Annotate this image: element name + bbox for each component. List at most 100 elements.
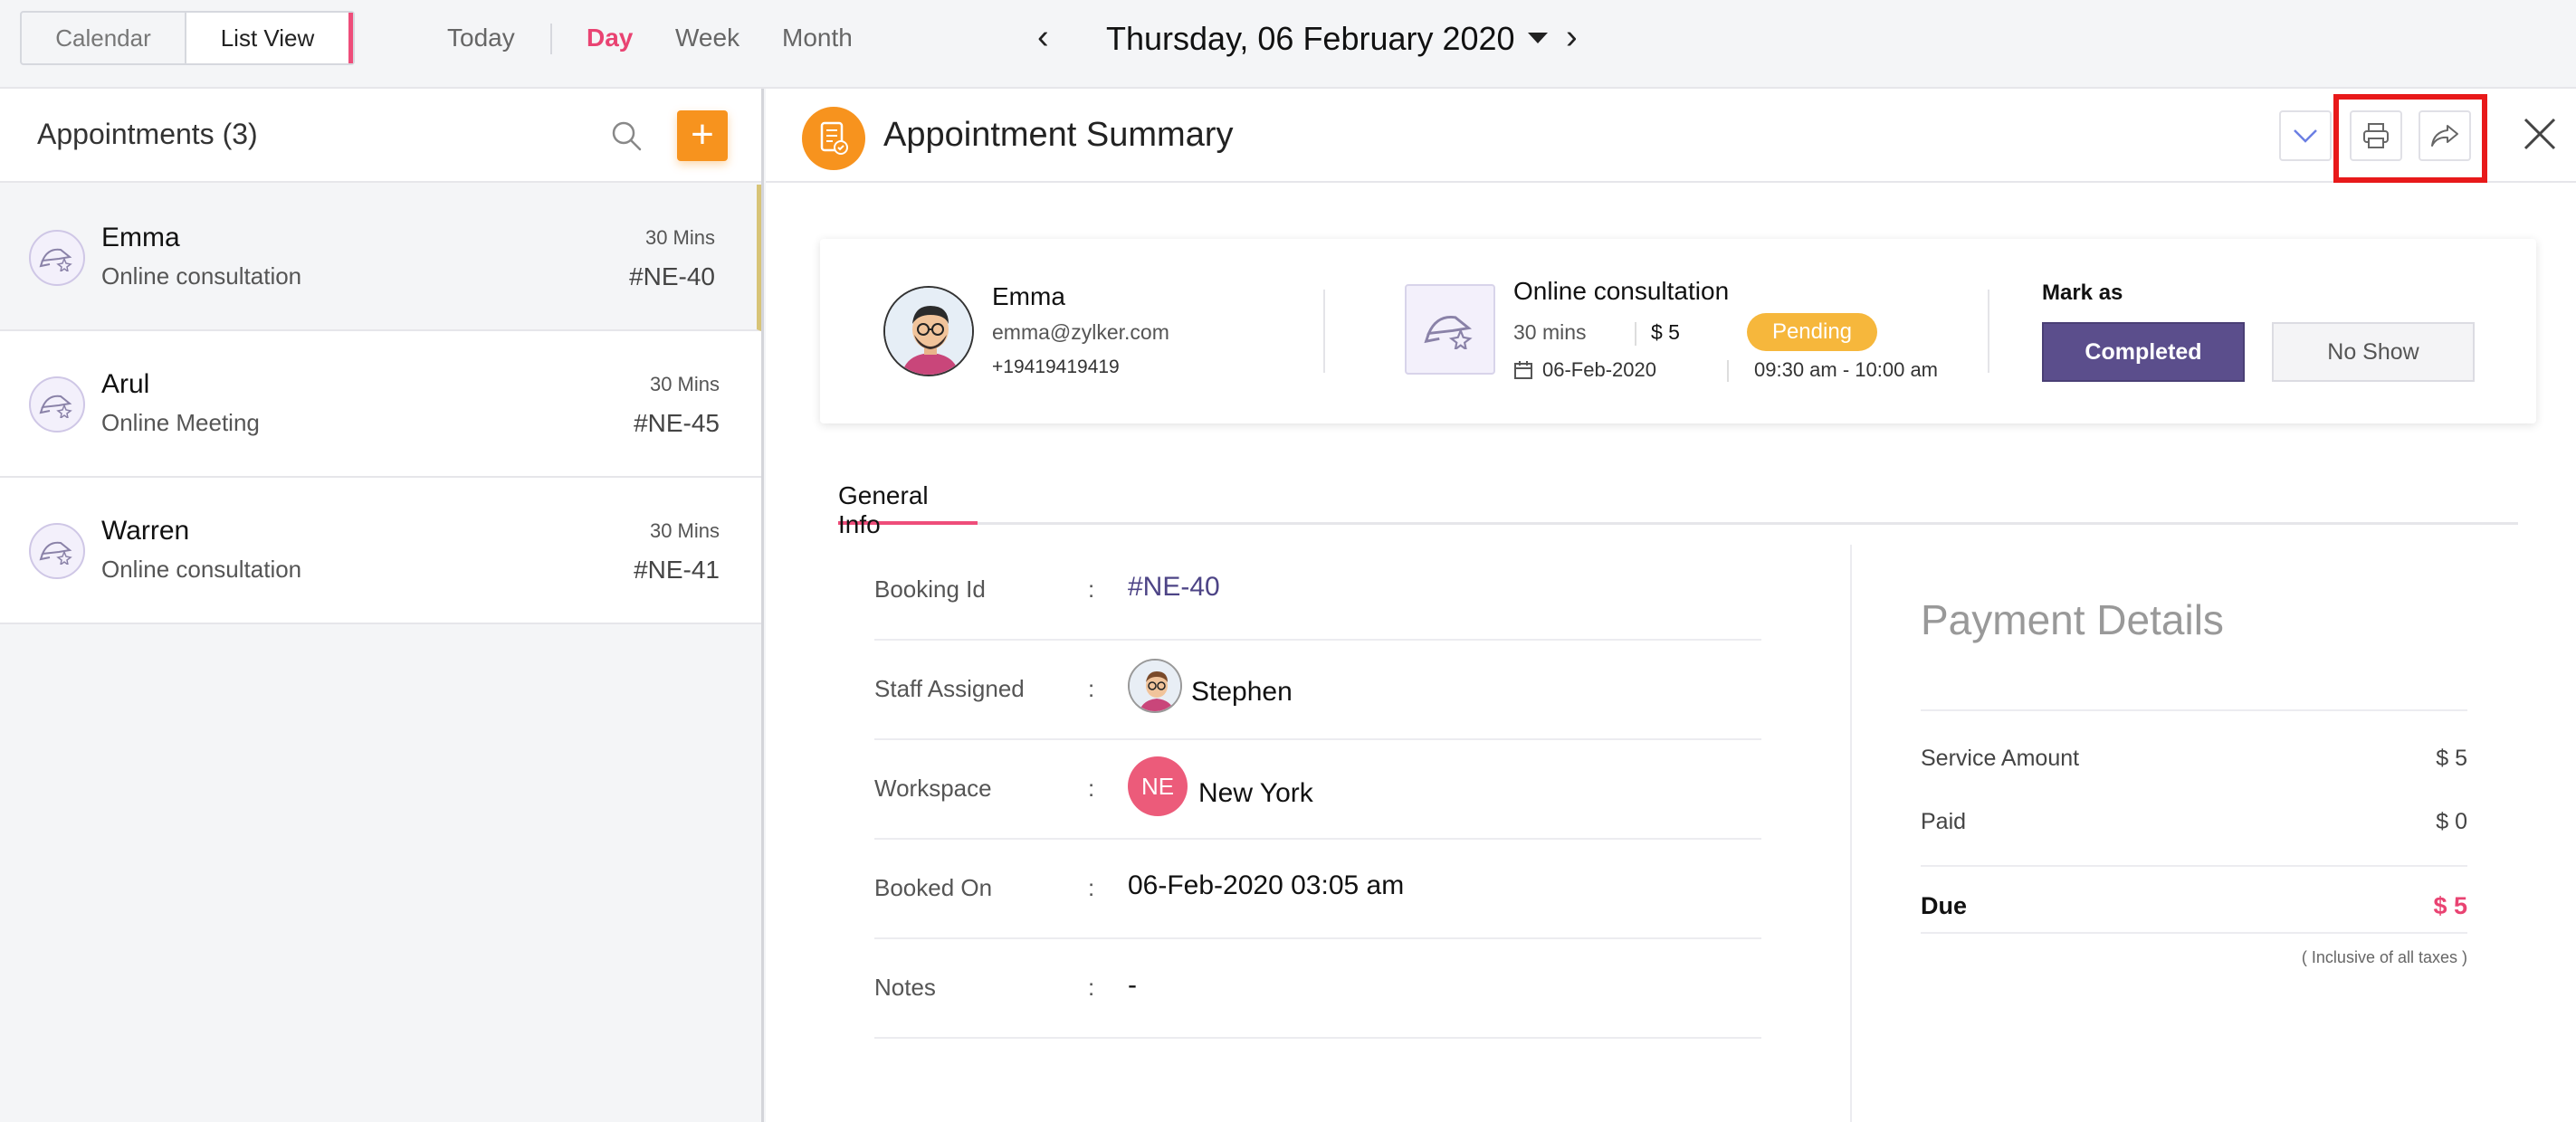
due-label: Due <box>1921 892 1968 919</box>
next-date-button[interactable]: › <box>1566 18 1578 57</box>
info-colon: : <box>1088 874 1095 901</box>
summary-header: Appointment Summary <box>766 89 2576 183</box>
service-divider <box>1635 322 1636 346</box>
staff-name: Stephen <box>1191 677 1293 707</box>
customer-avatar <box>883 286 974 376</box>
close-icon[interactable] <box>2520 114 2560 154</box>
prev-date-button[interactable]: ‹ <box>1037 18 1049 57</box>
calendar-icon <box>1514 361 1532 379</box>
customer-phone: +19419419419 <box>992 357 1120 377</box>
appointment-service: Online consultation <box>101 262 302 290</box>
service-icon <box>29 230 85 286</box>
mark-as-label: Mark as <box>2042 280 2123 305</box>
service-name: Online consultation <box>1513 277 1730 305</box>
card-divider <box>1988 290 1989 373</box>
appointment-duration: 30 Mins <box>644 226 715 249</box>
service-date-text: 06-Feb-2020 <box>1542 358 1656 381</box>
due-value: $ 5 <box>2433 892 2467 919</box>
service-divider <box>1727 360 1729 382</box>
section-divider <box>1850 545 1852 1122</box>
day-tab[interactable]: Day <box>587 24 633 52</box>
appointments-panel: Appointments (3) + Emma Online consultat… <box>0 89 764 1122</box>
info-label: Notes <box>874 974 936 1001</box>
summary-card: Emma emma@zylker.com +19419419419 Online… <box>820 239 2536 423</box>
service-amount-label: Service Amount <box>1921 746 2080 771</box>
paid-label: Paid <box>1921 809 1967 834</box>
staff-value: Stephen <box>1128 659 1293 713</box>
payment-divider <box>1921 932 2467 934</box>
add-appointment-button[interactable]: + <box>677 110 728 161</box>
service-icon <box>1405 284 1495 375</box>
customer-email: emma@zylker.com <box>992 320 1169 344</box>
appointment-name: Emma <box>101 223 180 252</box>
service-time: 09:30 am - 10:00 am <box>1754 358 1939 381</box>
completed-button[interactable]: Completed <box>2042 322 2245 382</box>
workspace-badge: NE <box>1128 756 1188 816</box>
booking-id-link[interactable]: #NE-40 <box>1128 572 1220 603</box>
current-date: Thursday, 06 February 2020 <box>1106 20 1515 57</box>
calendar-view-button[interactable]: Calendar <box>22 13 186 63</box>
appointment-duration: 30 Mins <box>649 519 720 542</box>
appointment-id: #NE-41 <box>634 556 720 584</box>
workspace-value: NE New York <box>1128 756 1313 816</box>
staff-avatar <box>1128 659 1182 713</box>
payment-divider <box>1921 709 2467 711</box>
no-show-button[interactable]: No Show <box>2272 322 2475 382</box>
info-colon: : <box>1088 775 1095 802</box>
info-tabs: General Info <box>838 472 2518 538</box>
appointment-service: Online Meeting <box>101 409 260 436</box>
top-bar: Calendar List View Today Day Week Month … <box>0 0 2576 89</box>
appointment-item[interactable]: Emma Online consultation 30 Mins #NE-40 <box>0 185 761 331</box>
tax-note: ( Inclusive of all taxes ) <box>2301 948 2467 966</box>
highlight-box <box>2333 94 2487 183</box>
appointments-title: Appointments (3) <box>37 118 258 150</box>
appointment-service: Online consultation <box>101 556 302 583</box>
nav-divider <box>550 24 552 54</box>
list-view-button[interactable]: List View <box>186 13 353 63</box>
customer-name: Emma <box>992 282 1065 310</box>
appointment-item[interactable]: Warren Online consultation 30 Mins #NE-4… <box>0 478 761 624</box>
info-row-notes: Notes : - <box>874 939 1761 1039</box>
service-price: $ 5 <box>1651 320 1680 344</box>
week-tab[interactable]: Week <box>675 24 739 52</box>
tab-general-info[interactable]: General Info <box>838 472 978 538</box>
appointment-id: #NE-40 <box>629 262 715 290</box>
info-row-booking-id: Booking Id : #NE-40 <box>874 541 1761 641</box>
search-icon[interactable] <box>610 119 643 152</box>
info-label: Staff Assigned <box>874 675 1025 702</box>
status-badge: Pending <box>1747 313 1877 351</box>
appointment-name: Warren <box>101 516 190 546</box>
booked-on-value: 06-Feb-2020 03:05 am <box>1128 870 1405 900</box>
collapse-button[interactable] <box>2279 110 2332 161</box>
view-toggle: Calendar List View <box>20 11 355 65</box>
info-row-booked-on: Booked On : 06-Feb-2020 03:05 am <box>874 840 1761 939</box>
info-row-workspace: Workspace : NE New York <box>874 740 1761 840</box>
summary-title: Appointment Summary <box>883 116 1234 154</box>
appointments-header: Appointments (3) + <box>0 89 761 183</box>
info-row-staff: Staff Assigned : Stephen <box>874 641 1761 740</box>
appointment-duration: 30 Mins <box>649 373 720 395</box>
appointment-id: #NE-45 <box>634 409 720 437</box>
service-amount-value: $ 5 <box>2436 746 2467 771</box>
info-colon: : <box>1088 974 1095 1001</box>
tab-general-info-label: General Info <box>838 481 929 538</box>
info-label: Booked On <box>874 874 993 901</box>
date-selector[interactable]: Thursday, 06 February 2020 <box>1106 20 1548 58</box>
info-label: Workspace <box>874 775 992 802</box>
info-colon: : <box>1088 575 1095 603</box>
payment-title: Payment Details <box>1921 596 2224 643</box>
month-tab[interactable]: Month <box>782 24 853 52</box>
summary-document-icon <box>802 107 865 170</box>
today-button[interactable]: Today <box>447 24 515 52</box>
appointment-item[interactable]: Arul Online Meeting 30 Mins #NE-45 <box>0 331 761 478</box>
payment-details: Payment Details Service Amount $ 5 Paid … <box>1921 595 2467 966</box>
info-colon: : <box>1088 675 1095 702</box>
notes-value: - <box>1128 970 1137 1000</box>
card-divider <box>1323 290 1325 373</box>
info-label: Booking Id <box>874 575 986 603</box>
service-duration: 30 mins <box>1513 320 1587 344</box>
service-icon <box>29 523 85 579</box>
service-date: 06-Feb-2020 <box>1513 358 1656 382</box>
service-icon <box>29 376 85 433</box>
appointment-summary-panel: Appointment Summary Emma emma@zylker.com… <box>766 89 2576 1122</box>
